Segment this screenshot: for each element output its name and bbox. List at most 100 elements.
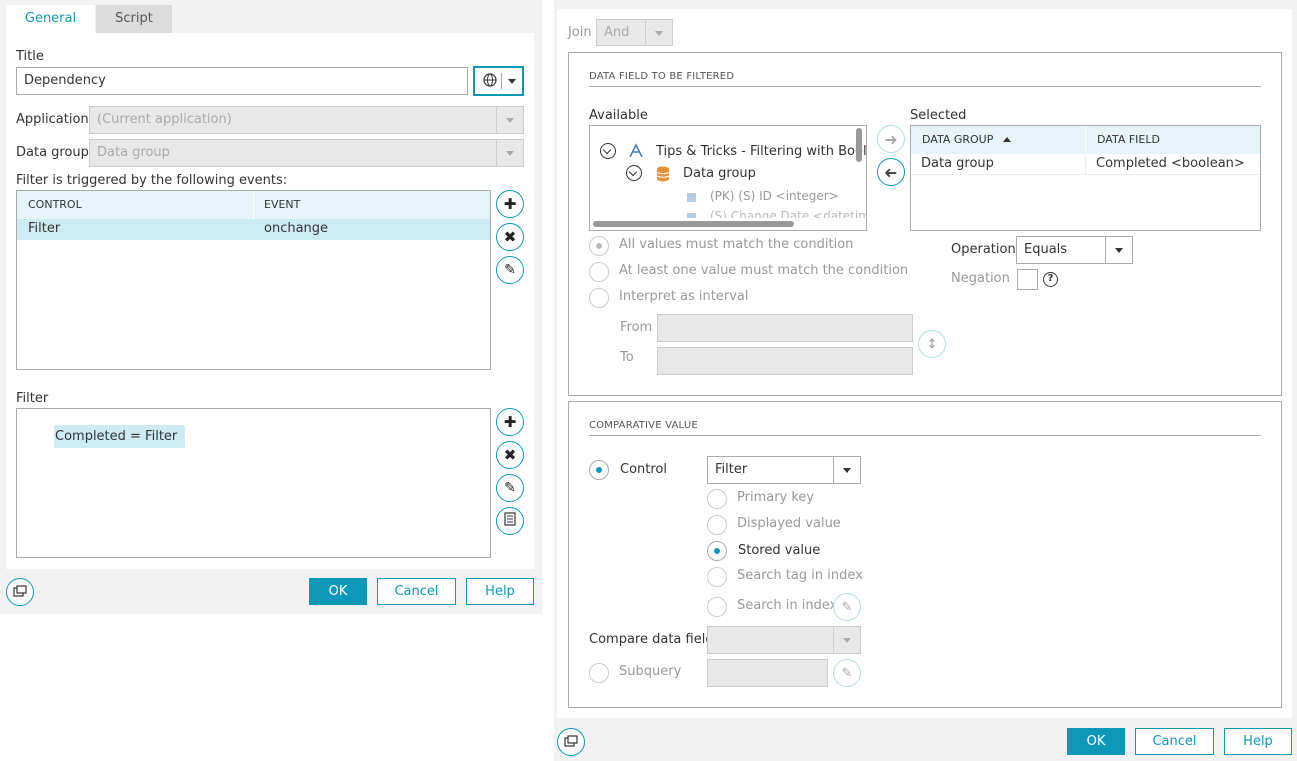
to-label: To: [620, 350, 634, 365]
from-input: [657, 314, 913, 342]
from-label: From: [620, 320, 653, 335]
radio-all-values[interactable]: [589, 236, 609, 256]
subquery-input: [707, 659, 828, 687]
application-select: (Current application): [89, 106, 524, 134]
copy-filter-button[interactable]: [496, 507, 524, 535]
app-icon: [628, 143, 644, 163]
chevron-down-icon: [843, 638, 851, 643]
column-header-data-group[interactable]: DATA GROUP: [922, 126, 993, 154]
tree-item-field[interactable]: (PK) (S) ID <integer>: [710, 189, 839, 203]
table-row[interactable]: Filter onchange: [17, 219, 490, 240]
language-selector[interactable]: [473, 66, 524, 96]
delete-event-button[interactable]: ✖: [496, 223, 524, 251]
row-group: Data group: [921, 156, 994, 171]
tree-item-app[interactable]: Tips & Tricks - Filtering with Booleans: [656, 144, 866, 159]
radio-interval[interactable]: [589, 288, 609, 308]
chevron-down-icon: [843, 468, 851, 473]
add-event-button[interactable]: ✚: [496, 190, 524, 218]
tab-bar: General Script: [0, 0, 542, 33]
vertical-scrollbar[interactable]: [856, 128, 862, 162]
control-select[interactable]: Filter: [707, 456, 861, 484]
available-label: Available: [589, 108, 648, 123]
chevron-down-icon: [628, 167, 638, 177]
pencil-icon: ✎: [504, 262, 516, 278]
radio-interval-label: Interpret as interval: [619, 289, 749, 304]
compare-field-select: [707, 626, 861, 654]
plus-icon: ✚: [503, 413, 517, 431]
window-mode-button[interactable]: [6, 578, 34, 606]
data-group-dropdown-button: [496, 140, 523, 166]
selected-table-header: DATA GROUP DATA FIELD: [911, 126, 1260, 154]
globe-icon: [483, 73, 497, 91]
radio-stored-value-label: Stored value: [738, 543, 821, 558]
help-button[interactable]: Help: [1224, 728, 1292, 755]
row-field: Completed <boolean>: [1096, 156, 1245, 171]
cancel-button[interactable]: Cancel: [377, 578, 456, 605]
radio-primary-key[interactable]: [707, 489, 727, 509]
plus-icon: ✚: [503, 195, 517, 213]
radio-search-index-label: Search in index: [737, 598, 838, 613]
radio-search-tag[interactable]: [707, 567, 727, 587]
delete-filter-button[interactable]: ✖: [496, 441, 524, 469]
column-header-data-field[interactable]: DATA FIELD: [1097, 126, 1160, 154]
filter-expression[interactable]: Completed = Filter: [54, 425, 186, 448]
table-row[interactable]: Data group Completed <boolean>: [911, 154, 1260, 175]
add-filter-button[interactable]: ✚: [496, 408, 524, 436]
cancel-button[interactable]: Cancel: [1135, 728, 1214, 755]
window-mode-button[interactable]: [557, 728, 585, 756]
selected-label: Selected: [910, 108, 967, 123]
radio-search-index[interactable]: [707, 597, 727, 617]
collapse-icon[interactable]: [626, 165, 642, 181]
operation-dropdown-button[interactable]: [1105, 237, 1132, 263]
help-icon[interactable]: ?: [1043, 272, 1058, 287]
title-input[interactable]: Dependency: [16, 67, 468, 95]
window-icon: [564, 733, 578, 751]
horizontal-scrollbar[interactable]: [593, 221, 794, 227]
section-divider: [589, 86, 1261, 87]
radio-stored-value[interactable]: [707, 541, 727, 561]
chevron-down-icon: [655, 30, 663, 36]
window-icon: [13, 583, 27, 601]
tree-item-data-group[interactable]: Data group: [683, 166, 756, 181]
title-label: Title: [16, 49, 44, 64]
operation-select[interactable]: Equals: [1016, 236, 1133, 264]
pencil-icon: ✎: [504, 480, 516, 496]
radio-at-least-one-label: At least one value must match the condit…: [619, 263, 909, 278]
tab-general[interactable]: General: [6, 5, 95, 33]
edit-event-button[interactable]: ✎: [496, 256, 524, 284]
database-icon: [656, 166, 670, 186]
ok-button[interactable]: OK: [1067, 728, 1125, 755]
column-header-event[interactable]: EVENT: [264, 191, 300, 219]
close-icon: ✖: [503, 446, 517, 464]
chevron-down-icon: [602, 145, 612, 155]
sort-ascending-icon: [1003, 137, 1011, 142]
edit-filter-button[interactable]: ✎: [496, 474, 524, 502]
edit-subquery-button: ✎: [833, 659, 861, 687]
comparative-section-title: COMPARATIVE VALUE: [589, 420, 698, 431]
control-dropdown-button[interactable]: [833, 457, 860, 483]
operation-select-value: Equals: [1024, 242, 1068, 257]
radio-displayed-value[interactable]: [707, 515, 727, 535]
tab-script[interactable]: Script: [96, 5, 172, 33]
chevron-down-icon: [508, 79, 516, 84]
ok-button[interactable]: OK: [309, 578, 367, 605]
chevron-down-icon: [506, 118, 514, 123]
negation-checkbox[interactable]: [1017, 269, 1038, 290]
radio-at-least-one[interactable]: [589, 262, 609, 282]
join-dropdown-button: [645, 20, 672, 45]
column-header-control[interactable]: CONTROL: [28, 191, 82, 219]
radio-subquery[interactable]: [589, 663, 609, 683]
radio-control[interactable]: [589, 460, 609, 480]
join-select: And: [596, 19, 673, 46]
add-field-button[interactable]: ➜: [877, 125, 905, 153]
remove-field-button[interactable]: ➜: [877, 158, 905, 186]
column-separator: [1085, 126, 1086, 154]
divider: [501, 73, 502, 89]
help-button[interactable]: Help: [466, 578, 534, 605]
radio-dot: [714, 548, 720, 554]
data-group-label: Data group: [16, 145, 89, 160]
radio-dot: [596, 243, 602, 249]
data-group-placeholder: Data group: [97, 145, 170, 160]
pencil-icon: ✎: [841, 599, 853, 615]
collapse-icon[interactable]: [600, 143, 616, 159]
